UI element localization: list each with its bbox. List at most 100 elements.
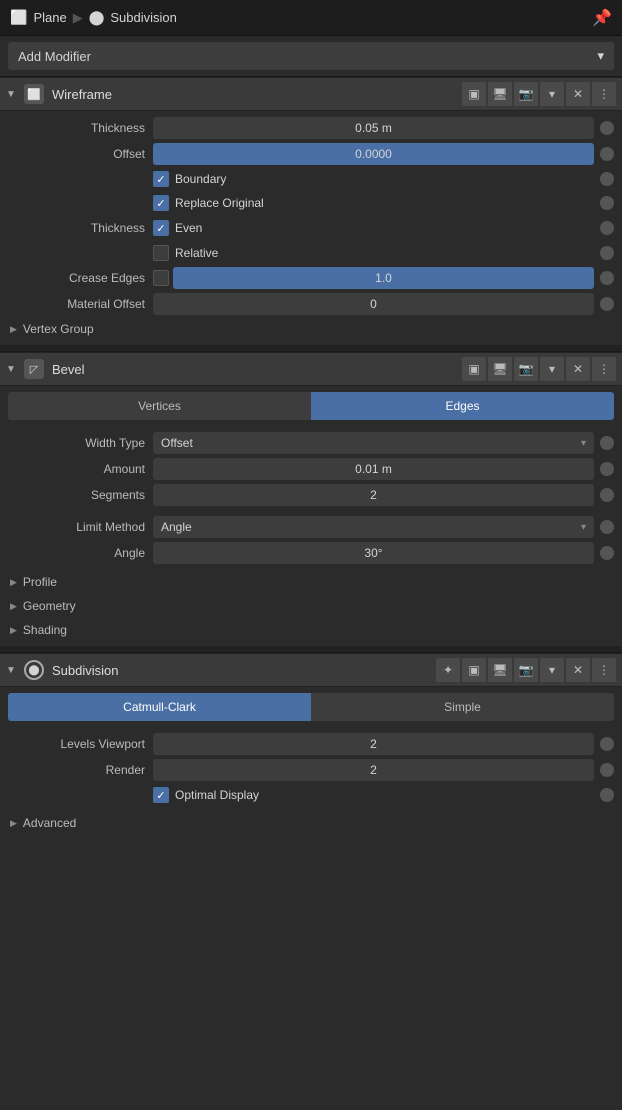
wireframe-header: ▼ ⬜ Wireframe ▣ 🖥 📷 ▾ ✕ ⋮ <box>0 77 622 111</box>
boundary-dot[interactable] <box>600 172 614 186</box>
subdivision-menu-icon: ⋮ <box>598 663 610 677</box>
subdivision-icon: ⬤ <box>24 660 44 680</box>
crease-dot[interactable] <box>600 271 614 285</box>
thickness-row: Thickness 0.05 m <box>0 115 622 141</box>
offset-field[interactable]: 0.0000 <box>153 143 594 165</box>
subdivision-section: ▼ ⬤ Subdivision ✦ ▣ 🖥 📷 ▾ ✕ <box>0 652 622 839</box>
bevel-expand-btn[interactable]: ▾ <box>540 357 564 381</box>
angle-dot[interactable] <box>600 546 614 560</box>
boundary-checkbox[interactable]: ✓ <box>153 171 169 187</box>
profile-arrow: ▶ <box>10 577 17 588</box>
pin-icon[interactable]: 📌 <box>592 8 612 28</box>
render-label: Render <box>8 763 153 777</box>
wireframe-expand-btn[interactable]: ▾ <box>540 82 564 106</box>
add-modifier-bar: Add Modifier ▾ <box>0 36 622 76</box>
subdivision-viewport-icon: 🖥 <box>492 663 507 677</box>
subdivision-render-btn[interactable]: 📷 <box>514 658 538 682</box>
bevel-viewport-btn[interactable]: 🖥 <box>488 357 512 381</box>
optimal-display-dot[interactable] <box>600 788 614 802</box>
wireframe-render-btn[interactable]: 📷 <box>514 82 538 106</box>
tab-catmull-clark[interactable]: Catmull-Clark <box>8 693 311 721</box>
subdivision-special-icon: ✦ <box>443 663 453 677</box>
boundary-checkbox-group: ✓ Boundary <box>153 171 226 187</box>
wireframe-realtime-btn[interactable]: ▣ <box>462 82 486 106</box>
limit-method-dot[interactable] <box>600 520 614 534</box>
add-modifier-arrow: ▾ <box>597 48 604 64</box>
add-modifier-button[interactable]: Add Modifier ▾ <box>8 42 614 70</box>
render-field[interactable]: 2 <box>153 759 594 781</box>
shading-row[interactable]: ▶ Shading <box>0 618 622 642</box>
material-offset-field[interactable]: 0 <box>153 293 594 315</box>
material-offset-label: Material Offset <box>8 297 153 311</box>
replace-original-dot[interactable] <box>600 196 614 210</box>
advanced-arrow: ▶ <box>10 818 17 829</box>
tab-edges[interactable]: Edges <box>311 392 614 420</box>
bevel-name: Bevel <box>48 362 458 377</box>
replace-original-checkbox[interactable]: ✓ <box>153 195 169 211</box>
subdivision-realtime-btn[interactable]: ▣ <box>462 658 486 682</box>
amount-dot[interactable] <box>600 462 614 476</box>
wireframe-section: ▼ ⬜ Wireframe ▣ 🖥 📷 ▾ ✕ ⋮ <box>0 76 622 345</box>
offset-row: Offset 0.0000 <box>0 141 622 167</box>
wireframe-close-btn[interactable]: ✕ <box>566 82 590 106</box>
offset-dot[interactable] <box>600 147 614 161</box>
relative-row: Relative <box>0 241 622 265</box>
subdivision-special-btn[interactable]: ✦ <box>436 658 460 682</box>
boundary-row: ✓ Boundary <box>0 167 622 191</box>
width-type-dot[interactable] <box>600 436 614 450</box>
subdivision-expand-btn[interactable]: ▾ <box>540 658 564 682</box>
replace-original-row: ✓ Replace Original <box>0 191 622 215</box>
crease-edges-row: Crease Edges 1.0 <box>0 265 622 291</box>
subdivision-render-icon: 📷 <box>519 663 534 677</box>
angle-field[interactable]: 30° <box>153 542 594 564</box>
even-dot[interactable] <box>600 221 614 235</box>
subdivision-viewport-btn[interactable]: 🖥 <box>488 658 512 682</box>
levels-viewport-field[interactable]: 2 <box>153 733 594 755</box>
even-label: Even <box>175 221 202 235</box>
tab-vertices[interactable]: Vertices <box>8 392 311 420</box>
segments-dot[interactable] <box>600 488 614 502</box>
material-offset-dot[interactable] <box>600 297 614 311</box>
levels-viewport-dot[interactable] <box>600 737 614 751</box>
thickness-field[interactable]: 0.05 m <box>153 117 594 139</box>
crease-field[interactable]: 1.0 <box>173 267 594 289</box>
render-dot[interactable] <box>600 763 614 777</box>
advanced-row[interactable]: ▶ Advanced <box>0 811 622 835</box>
subdivision-collapse-arrow[interactable]: ▼ <box>6 665 20 676</box>
width-type-arrow: ▾ <box>581 438 586 449</box>
relative-checkbox[interactable] <box>153 245 169 261</box>
subdivision-menu-btn[interactable]: ⋮ <box>592 658 616 682</box>
optimal-display-checkbox[interactable]: ✓ <box>153 787 169 803</box>
width-type-dropdown[interactable]: Offset ▾ <box>153 432 594 454</box>
optimal-display-group: ✓ Optimal Display <box>153 787 259 803</box>
material-offset-row: Material Offset 0 <box>0 291 622 317</box>
bevel-realtime-icon: ▣ <box>468 362 479 376</box>
wireframe-viewport-btn[interactable]: 🖥 <box>488 82 512 106</box>
segments-field[interactable]: 2 <box>153 484 594 506</box>
offset-label: Offset <box>8 147 153 161</box>
subdivision-close-btn[interactable]: ✕ <box>566 658 590 682</box>
limit-method-dropdown[interactable]: Angle ▾ <box>153 516 594 538</box>
wireframe-collapse-arrow[interactable]: ▼ <box>6 89 20 100</box>
limit-method-arrow: ▾ <box>581 522 586 533</box>
bevel-collapse-arrow[interactable]: ▼ <box>6 364 20 375</box>
even-checkbox[interactable]: ✓ <box>153 220 169 236</box>
bevel-render-icon: 📷 <box>519 362 534 376</box>
vertex-group-row[interactable]: ▶ Vertex Group <box>0 317 622 341</box>
subdivision-realtime-icon: ▣ <box>468 663 479 677</box>
profile-row[interactable]: ▶ Profile <box>0 570 622 594</box>
relative-dot[interactable] <box>600 246 614 260</box>
wireframe-menu-btn[interactable]: ⋮ <box>592 82 616 106</box>
bevel-close-btn[interactable]: ✕ <box>566 357 590 381</box>
thickness-dot[interactable] <box>600 121 614 135</box>
bevel-menu-btn[interactable]: ⋮ <box>592 357 616 381</box>
amount-field[interactable]: 0.01 m <box>153 458 594 480</box>
top-bar: ⬜ Plane ▶ ⬤ Subdivision 📌 <box>0 0 622 36</box>
bevel-render-btn[interactable]: 📷 <box>514 357 538 381</box>
crease-checkbox[interactable] <box>153 270 169 286</box>
geometry-row[interactable]: ▶ Geometry <box>0 594 622 618</box>
bevel-realtime-btn[interactable]: ▣ <box>462 357 486 381</box>
subdivision-tab-row: Catmull-Clark Simple <box>0 687 622 727</box>
levels-viewport-label: Levels Viewport <box>8 737 153 751</box>
tab-simple[interactable]: Simple <box>311 693 614 721</box>
